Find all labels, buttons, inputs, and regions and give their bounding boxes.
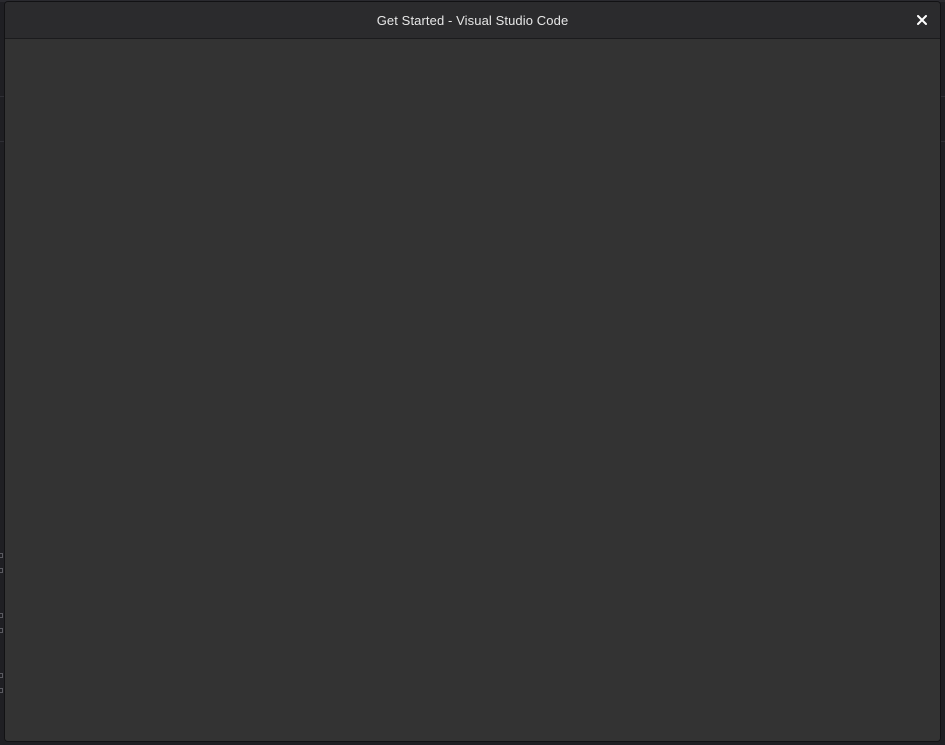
vscode-dialog-window: Get Started - Visual Studio Code [4,1,941,742]
background-tick [0,613,3,618]
window-title: Get Started - Visual Studio Code [376,12,569,28]
close-icon [917,15,927,25]
window-titlebar[interactable]: Get Started - Visual Studio Code [5,2,940,39]
background-tick [0,673,3,678]
background-tick [0,568,3,573]
close-button[interactable] [912,10,932,30]
background-tick [0,628,3,633]
background-tick [0,553,3,558]
background-tick [0,688,3,693]
window-content [5,39,940,741]
